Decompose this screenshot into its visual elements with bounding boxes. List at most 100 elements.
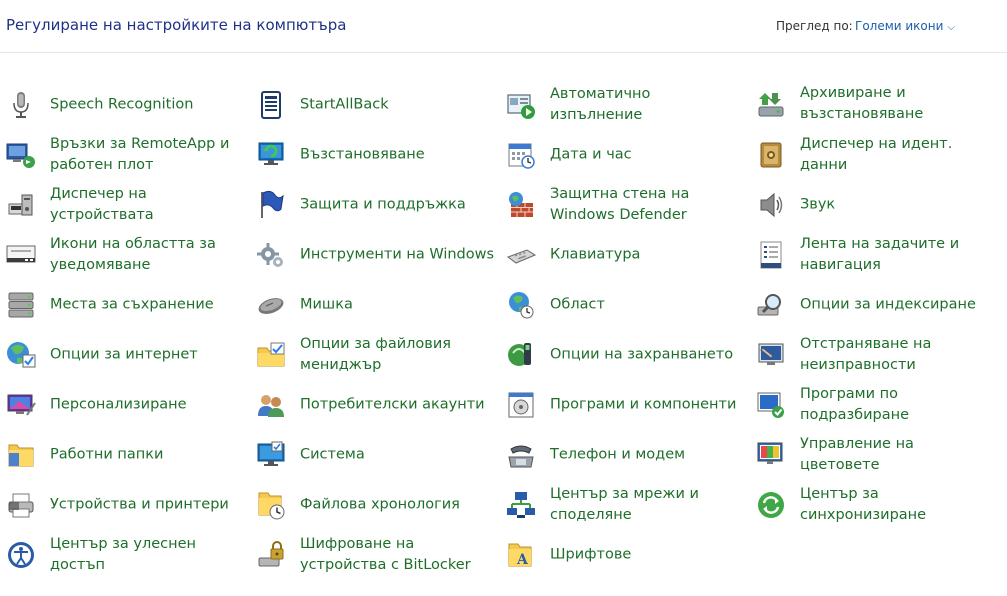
gear-icon bbox=[255, 239, 287, 271]
control-panel-item[interactable]: Система bbox=[250, 430, 500, 480]
control-panel-item-label: Опции за интернет bbox=[50, 346, 198, 363]
start-menu-icon bbox=[255, 89, 287, 121]
control-panel-item[interactable]: StartAllBack bbox=[250, 80, 500, 130]
sync-center-icon bbox=[755, 489, 787, 521]
control-panel-item-label: Отстраняване на неизправности bbox=[800, 336, 932, 373]
control-panel-item[interactable]: Инструменти на Windows bbox=[250, 230, 500, 280]
control-panel-item-label: Автоматично изпълнение bbox=[550, 86, 651, 123]
indexing-icon bbox=[755, 289, 787, 321]
control-panel-item-label: Програми по подразбиране bbox=[800, 386, 910, 423]
recovery-icon bbox=[255, 139, 287, 171]
control-panel-window: Регулиране на настройките на компютъра П… bbox=[0, 0, 1007, 596]
control-panel-item-label: Архивиране и възстановяване (Windows 7) bbox=[800, 85, 924, 122]
control-panel-item-label: Инструменти на Windows bbox=[300, 246, 495, 263]
control-panel-item[interactable]: Speech Recognition bbox=[0, 80, 250, 130]
control-panel-item[interactable]: Клавиатура bbox=[500, 230, 750, 280]
fonts-icon: A bbox=[505, 539, 537, 571]
control-panel-item[interactable]: Опции за файловия мениджър bbox=[250, 330, 500, 380]
control-panel-item[interactable]: Област bbox=[500, 280, 750, 330]
notification-area-icon bbox=[5, 239, 37, 271]
control-panel-item[interactable]: Работни папки bbox=[0, 430, 250, 480]
mouse-icon bbox=[255, 289, 287, 321]
control-panel-item[interactable]: Места за съхранение bbox=[0, 280, 250, 330]
remoteapp-icon bbox=[5, 139, 37, 171]
control-panel-item-label: Шифроване на устройства с BitLocker bbox=[300, 536, 471, 573]
control-panel-item-label: Звук bbox=[800, 196, 836, 213]
control-panel-item[interactable]: Звук bbox=[750, 180, 1000, 230]
flag-icon bbox=[255, 189, 287, 221]
control-panel-item[interactable]: Център за улеснен достъп bbox=[0, 530, 250, 580]
control-panel-item[interactable]: Телефон и модем bbox=[500, 430, 750, 480]
control-panel-item[interactable]: Център за мрежи и споделяне bbox=[500, 480, 750, 530]
control-panel-item-label: Диспечер на идент. данни bbox=[800, 136, 953, 173]
view-by-dropdown[interactable]: Големи икони ⌵ bbox=[855, 19, 955, 33]
programs-features-icon bbox=[505, 389, 537, 421]
calendar-clock-icon bbox=[505, 139, 537, 171]
control-panel-item-label: Система bbox=[300, 446, 365, 463]
control-panel-item[interactable]: Защитна стена на Windows Defender bbox=[500, 180, 750, 230]
control-panel-item[interactable]: Шифроване на устройства с BitLocker bbox=[250, 530, 500, 580]
control-panel-item[interactable]: Лента на задачите и навигация bbox=[750, 230, 1000, 280]
control-panel-item-label: Speech Recognition bbox=[50, 96, 194, 113]
control-panel-item[interactable]: Програми и компоненти bbox=[500, 380, 750, 430]
control-panel-item-label: Възстановяване bbox=[300, 146, 425, 163]
firewall-icon bbox=[505, 189, 537, 221]
control-panel-item[interactable]: Мишка bbox=[250, 280, 500, 330]
network-icon bbox=[505, 489, 537, 521]
control-panel-item-label: Център за улеснен достъп bbox=[50, 536, 196, 573]
control-panel-item[interactable]: Опции за индексиране bbox=[750, 280, 1000, 330]
control-panel-item-label: Защитна стена на Windows Defender bbox=[550, 186, 690, 223]
control-panel-item[interactable]: Защита и поддръжка bbox=[250, 180, 500, 230]
credential-vault-icon bbox=[755, 139, 787, 171]
control-panel-item[interactable]: Връзки за RemoteApp и работен плот bbox=[0, 130, 250, 180]
control-panel-item-label: Мишка bbox=[300, 296, 353, 313]
control-panel-item-label: Връзки за RemoteApp и работен плот bbox=[50, 136, 230, 173]
control-panel-item-label: Център за мрежи и споделяне bbox=[550, 486, 699, 523]
control-panel-item[interactable]: Архивиране и възстановяване (Windows 7) bbox=[750, 80, 1000, 130]
control-panel-item[interactable]: Управление на цветовете bbox=[750, 430, 1000, 480]
control-panel-item-label: Шрифтове bbox=[550, 546, 632, 563]
phone-modem-icon bbox=[505, 439, 537, 471]
control-panel-item-label: Управление на цветовете bbox=[800, 436, 914, 473]
control-panel-item-label: Опции за файловия мениджър bbox=[300, 336, 451, 373]
control-panel-item-label: Работни папки bbox=[50, 446, 164, 463]
control-panel-item-label: Телефон и модем bbox=[550, 446, 686, 463]
control-panel-item[interactable]: Автоматично изпълнение bbox=[500, 80, 750, 130]
printer-icon bbox=[5, 489, 37, 521]
control-panel-item[interactable]: Център за синхронизиране bbox=[750, 480, 1000, 530]
control-panel-item[interactable]: Диспечер на идент. данни bbox=[750, 130, 1000, 180]
control-panel-item-label: Център за синхронизиране bbox=[800, 486, 927, 523]
troubleshoot-icon bbox=[755, 339, 787, 371]
microphone-icon bbox=[5, 89, 37, 121]
chevron-down-icon: ⌵ bbox=[947, 22, 956, 33]
control-panel-item[interactable]: Икони на областта за уведомяване bbox=[0, 230, 250, 280]
control-panel-item[interactable]: Файлова хронология bbox=[250, 480, 500, 530]
control-panel-item-label: Клавиатура bbox=[550, 246, 641, 263]
control-panel-item[interactable]: Програми по подразбиране bbox=[750, 380, 1000, 430]
user-accounts-icon bbox=[255, 389, 287, 421]
control-panel-item-label: Персонализиране bbox=[50, 396, 187, 413]
control-panel-item-label: Места за съхранение bbox=[50, 296, 214, 313]
control-panel-item[interactable]: Персонализиране bbox=[0, 380, 250, 430]
control-panel-item[interactable]: Опции на захранването bbox=[500, 330, 750, 380]
control-panel-item[interactable]: Отстраняване на неизправности bbox=[750, 330, 1000, 380]
view-by-label: Преглед по: bbox=[776, 19, 853, 33]
globe-clock-icon bbox=[505, 289, 537, 321]
control-panel-item-label: Дата и час bbox=[550, 146, 632, 163]
control-panel-item-label: Защита и поддръжка bbox=[300, 196, 466, 213]
personalization-icon bbox=[5, 389, 37, 421]
control-panel-item[interactable]: Потребителски акаунти bbox=[250, 380, 500, 430]
control-panel-item[interactable]: Диспечер на устройствата bbox=[0, 180, 250, 230]
control-panel-item[interactable]: Дата и час bbox=[500, 130, 750, 180]
svg-text:A: A bbox=[516, 552, 529, 568]
control-panel-item-label: Опции на захранването bbox=[550, 346, 734, 363]
backup-restore-icon bbox=[755, 89, 787, 121]
control-panel-item-label: Програми и компоненти bbox=[550, 396, 737, 413]
control-panel-item[interactable]: Устройства и принтери bbox=[0, 480, 250, 530]
control-panel-item[interactable]: A Шрифтове bbox=[500, 530, 750, 580]
control-panel-item[interactable]: Опции за интернет bbox=[0, 330, 250, 380]
control-panel-item[interactable]: Възстановяване bbox=[250, 130, 500, 180]
internet-options-icon bbox=[5, 339, 37, 371]
storage-spaces-icon bbox=[5, 289, 37, 321]
control-panel-item-label: Опции за индексиране bbox=[800, 296, 976, 313]
